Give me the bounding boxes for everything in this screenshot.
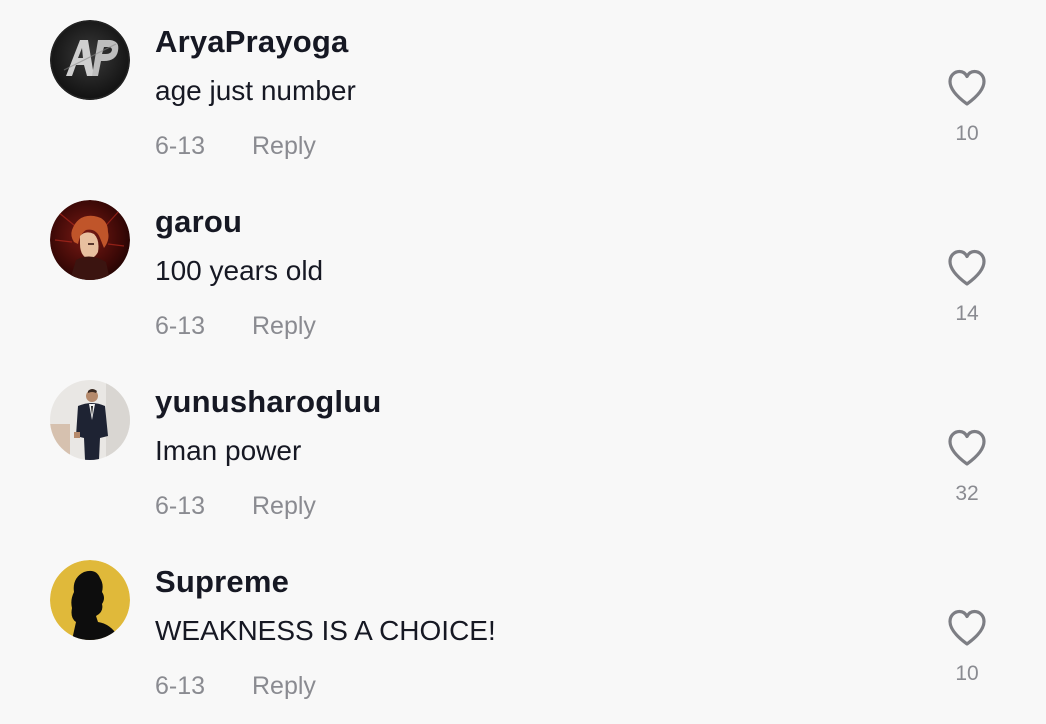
heart-outline-icon	[948, 69, 986, 106]
comment-item: garou 100 years old 6-13 Reply 14	[0, 180, 1046, 360]
anime-character-avatar-icon	[50, 200, 130, 280]
reply-button[interactable]: Reply	[252, 132, 316, 161]
avatar[interactable]	[50, 20, 130, 100]
comment-date: 6-13	[155, 492, 206, 520]
avatar[interactable]	[50, 200, 130, 280]
like-count: 10	[955, 122, 979, 145]
comment-item: AryaPrayoga age just number 6-13 Reply 1…	[0, 0, 1046, 180]
avatar[interactable]	[50, 560, 130, 640]
reply-button[interactable]: Reply	[252, 492, 316, 521]
reply-button[interactable]: Reply	[252, 672, 316, 701]
comment-date: 6-13	[155, 672, 206, 700]
silhouette-avatar-icon	[50, 560, 130, 640]
like-count: 10	[955, 662, 979, 685]
heart-outline-icon	[948, 249, 986, 286]
ap-logo-avatar-icon	[50, 20, 130, 100]
comment-text: 100 years old	[155, 255, 324, 286]
heart-outline-icon	[948, 609, 986, 646]
comment-list: AryaPrayoga age just number 6-13 Reply 1…	[0, 0, 1046, 724]
like-count: 14	[955, 302, 979, 325]
comment-text: age just number	[155, 75, 356, 106]
heart-outline-icon	[948, 429, 986, 466]
man-in-suit-avatar-icon	[50, 380, 130, 460]
username[interactable]: yunusharogluu	[155, 384, 382, 420]
comment-item: Supreme WEAKNESS IS A CHOICE! 6-13 Reply…	[0, 540, 1046, 720]
username[interactable]: Supreme	[155, 564, 289, 600]
reply-button[interactable]: Reply	[252, 312, 316, 341]
username[interactable]: AryaPrayoga	[155, 24, 348, 60]
avatar[interactable]	[50, 380, 130, 460]
comment-item: yunusharogluu Iman power 6-13 Reply 32	[0, 360, 1046, 540]
comment-text: WEAKNESS IS A CHOICE!	[155, 615, 496, 646]
like-button[interactable]	[946, 428, 988, 468]
comment-date: 6-13	[155, 312, 206, 340]
username[interactable]: garou	[155, 204, 242, 240]
comment-date: 6-13	[155, 132, 206, 160]
like-count: 32	[955, 482, 979, 505]
like-button[interactable]	[946, 68, 988, 108]
like-button[interactable]	[946, 608, 988, 648]
comment-text: Iman power	[155, 435, 302, 466]
like-button[interactable]	[946, 248, 988, 288]
